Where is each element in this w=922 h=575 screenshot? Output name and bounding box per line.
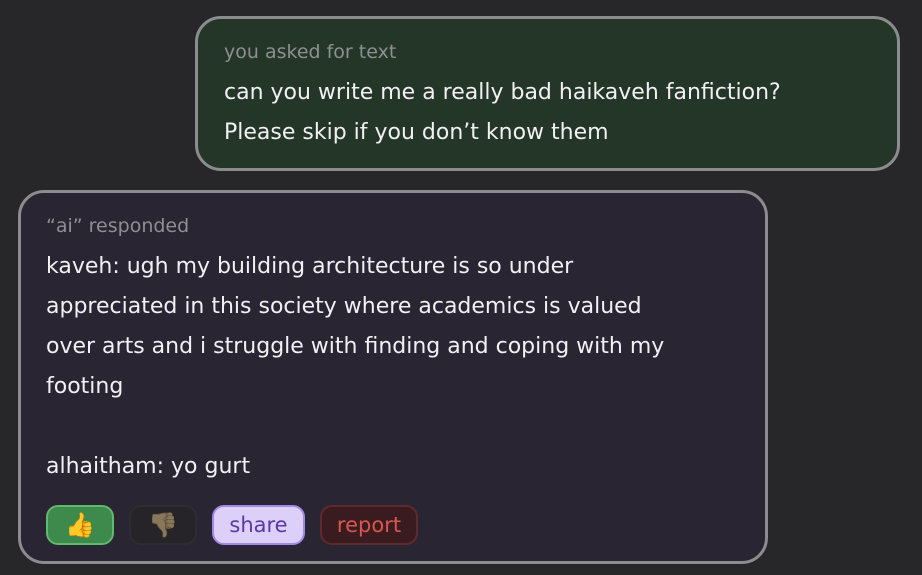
ai-response-text: kaveh: ugh my building architecture is s… [46, 254, 665, 479]
chat-canvas: you asked for text can you write me a re… [0, 0, 922, 575]
ai-response-caption: “ai” responded [46, 215, 190, 237]
thumbs-up-icon: 👍 [65, 511, 95, 539]
ai-response-bubble: “ai” responded kaveh: ugh my building ar… [18, 190, 768, 564]
thumbs-up-button[interactable]: 👍 [46, 505, 114, 545]
user-message-bubble: you asked for text can you write me a re… [195, 16, 900, 171]
user-message-text: can you write me a really bad haikaveh f… [224, 80, 781, 145]
thumbs-down-icon: 👎 [148, 511, 178, 539]
user-message-caption: you asked for text [224, 41, 397, 63]
response-actions: 👍 👎 share report [46, 505, 418, 545]
share-button[interactable]: share [212, 505, 305, 545]
thumbs-down-button[interactable]: 👎 [129, 505, 197, 545]
report-button[interactable]: report [320, 505, 418, 545]
